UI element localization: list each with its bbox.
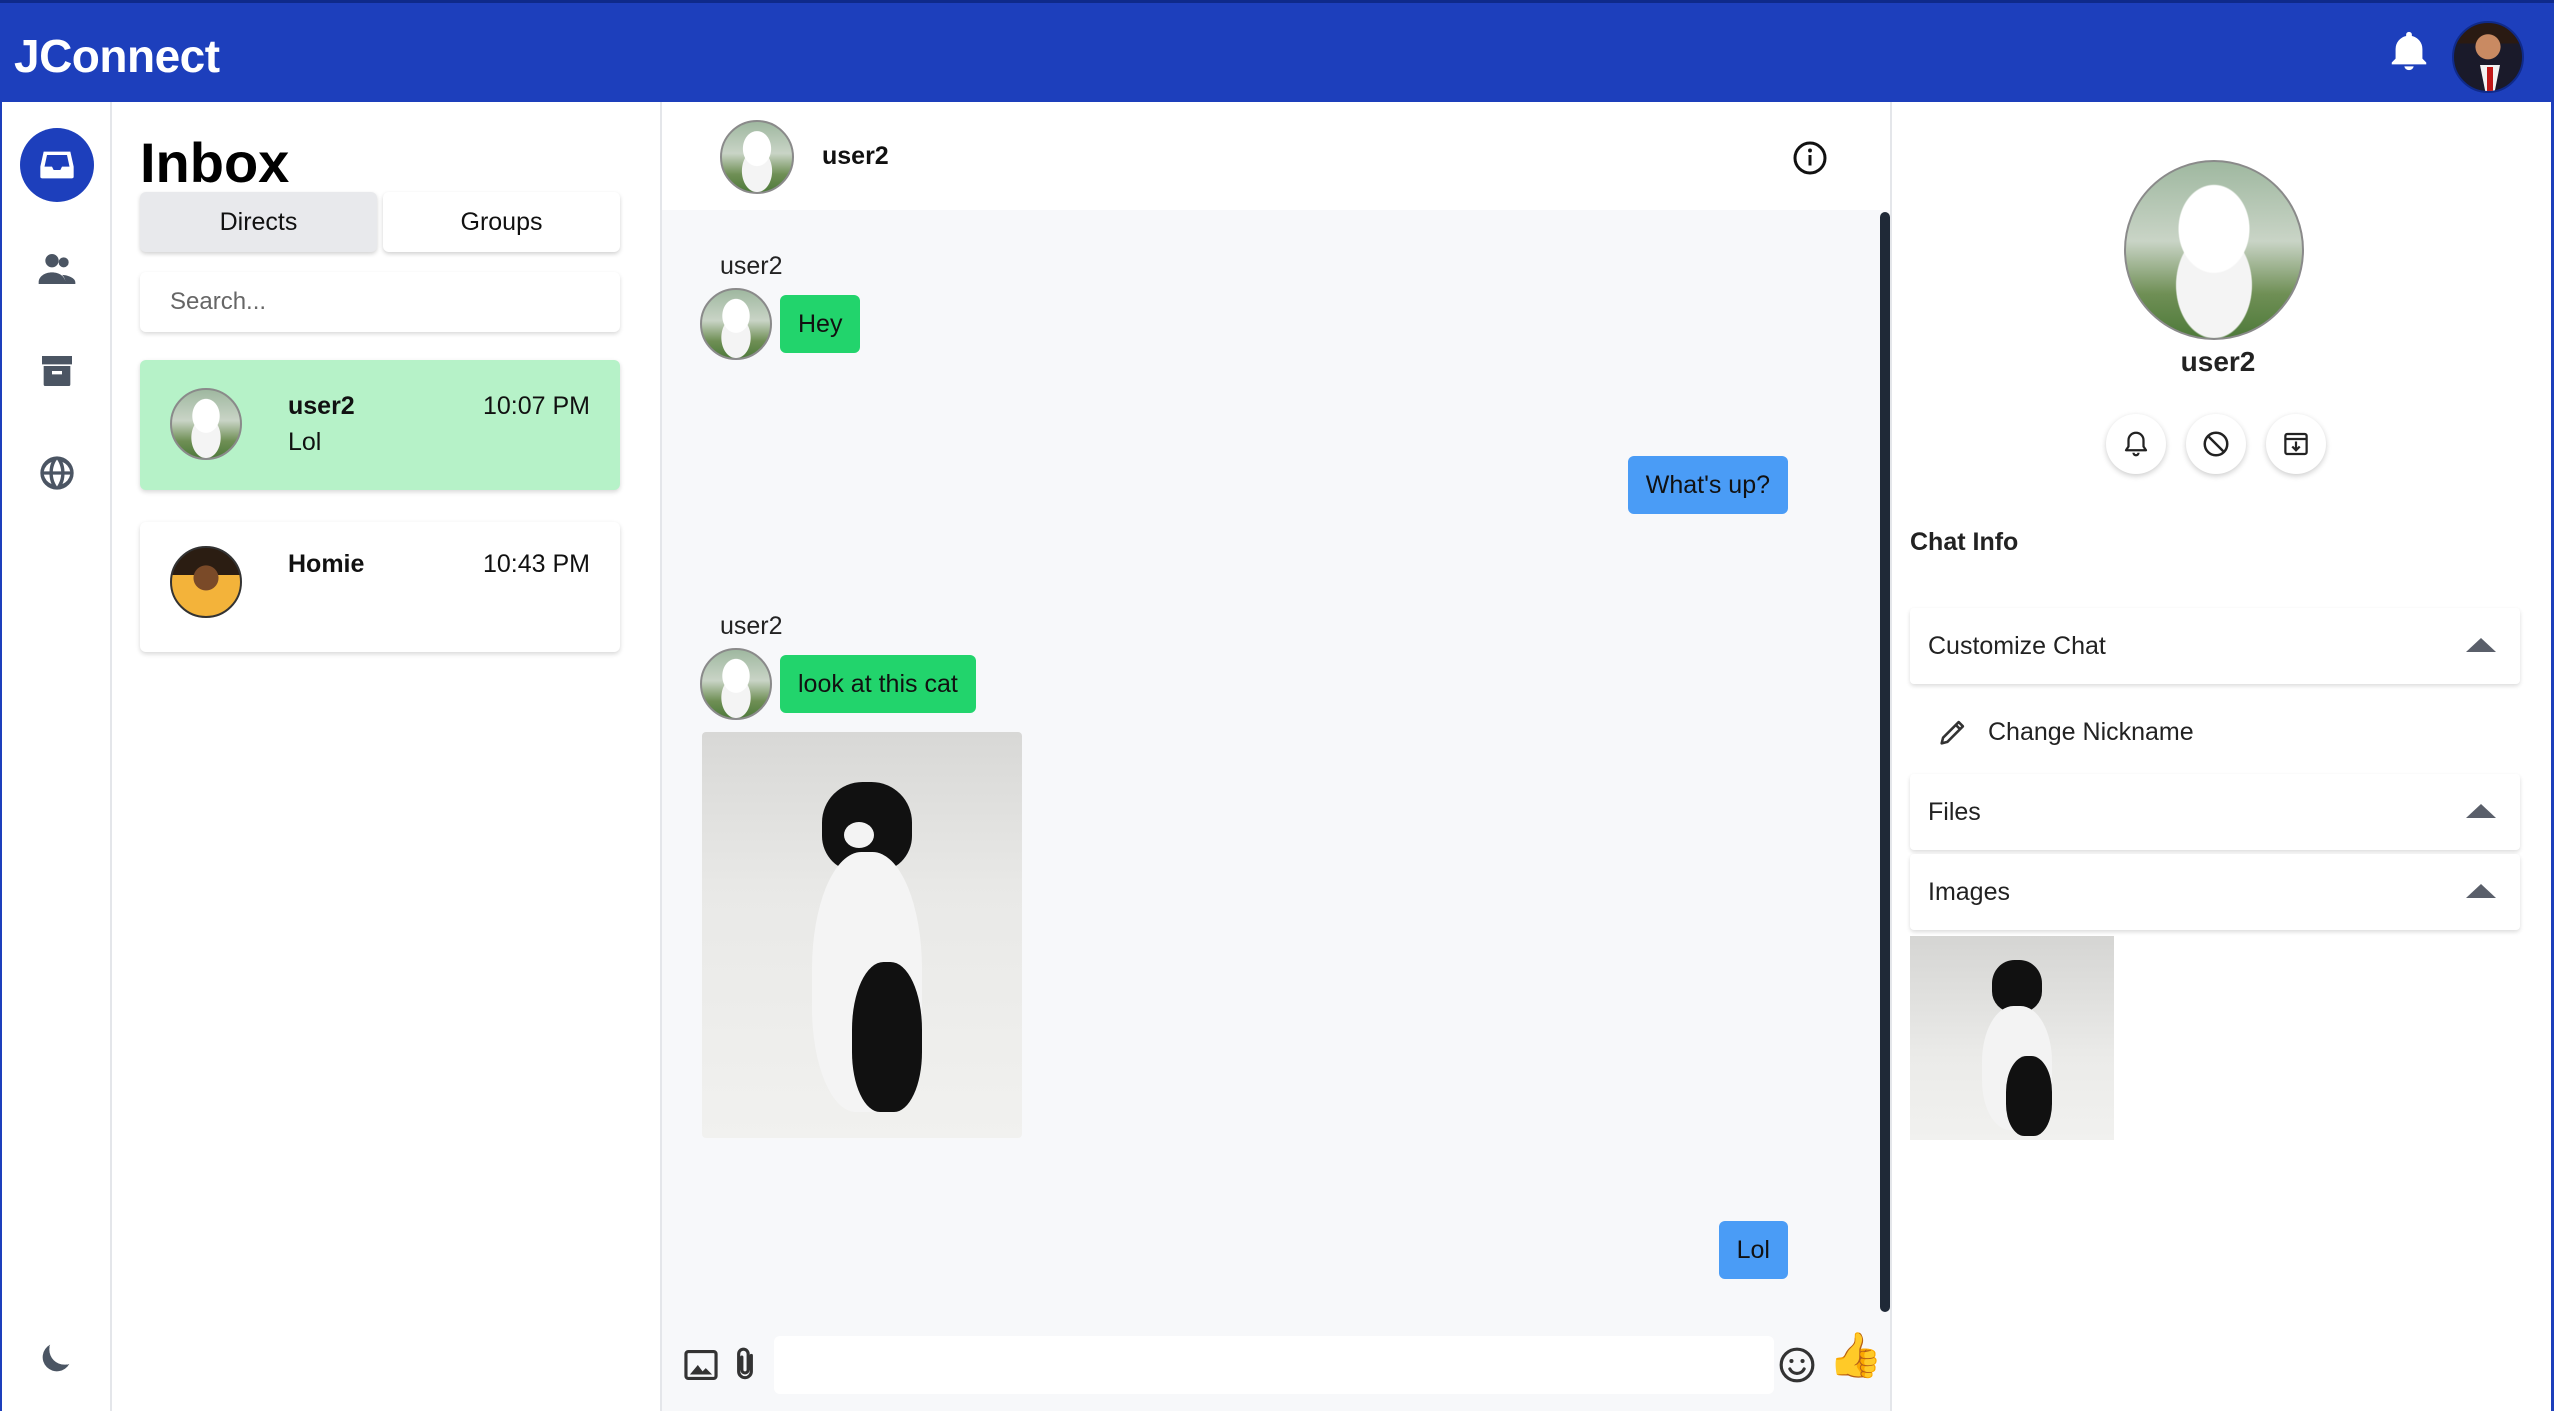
notifications-bell-icon[interactable] — [2386, 25, 2432, 77]
chat-info-panel: user2 Chat Info Customize Chat Change Ni… — [1890, 102, 2554, 1411]
caret-up-icon — [2466, 804, 2496, 818]
accordion-label: Images — [1928, 878, 2010, 906]
profile-avatar — [2124, 160, 2304, 340]
globe-icon[interactable] — [20, 436, 94, 510]
accordion-images[interactable]: Images — [1910, 854, 2520, 930]
message-bubble: Hey — [780, 295, 861, 353]
inbox-panel: Inbox Directs Groups user2 10:07 PM Lol … — [112, 102, 662, 1411]
conversation-item-homie[interactable]: Homie 10:43 PM — [140, 522, 620, 652]
message-sender: user2 — [720, 612, 783, 640]
tab-groups[interactable]: Groups — [383, 192, 620, 252]
inbox-icon[interactable] — [20, 128, 94, 202]
top-bar: JConnect — [0, 0, 2554, 102]
mute-notifications-button[interactable] — [2106, 414, 2166, 474]
chat-header-name: user2 — [822, 142, 889, 170]
accordion-label: Customize Chat — [1928, 632, 2106, 660]
message-input[interactable] — [774, 1336, 1774, 1394]
message-composer: 👍 — [662, 1320, 1890, 1411]
inbox-tabs: Directs Groups — [140, 192, 620, 254]
caret-up-icon — [2466, 638, 2496, 652]
inbox-title: Inbox — [140, 131, 290, 194]
left-rail — [0, 102, 112, 1411]
change-nickname-button[interactable]: Change Nickname — [1936, 712, 2194, 752]
conversation-name: user2 — [288, 392, 355, 420]
people-icon[interactable] — [20, 232, 94, 306]
conversation-time: 10:43 PM — [482, 550, 590, 578]
paperclip-icon[interactable] — [726, 1346, 764, 1384]
accordion-customize-chat[interactable]: Customize Chat — [1910, 608, 2520, 684]
accordion-label: Files — [1928, 798, 1981, 826]
archive-download-icon — [2284, 432, 2308, 456]
chat-header: user2 — [662, 102, 1890, 210]
avatar — [170, 546, 242, 618]
conversation-time: 10:07 PM — [482, 392, 590, 420]
profile-name: user2 — [2180, 346, 2256, 377]
block-button[interactable] — [2186, 414, 2246, 474]
archive-icon[interactable] — [20, 334, 94, 408]
avatar[interactable] — [720, 120, 794, 194]
app-brand[interactable]: JConnect — [14, 29, 220, 83]
caret-up-icon — [2466, 884, 2496, 898]
chat-info-title: Chat Info — [1910, 528, 2019, 556]
bell-icon — [2124, 431, 2148, 457]
tab-directs[interactable]: Directs — [140, 192, 377, 252]
image-upload-icon[interactable] — [682, 1346, 720, 1384]
search-input[interactable] — [140, 272, 620, 332]
block-icon — [2203, 431, 2229, 457]
message-image[interactable] — [702, 732, 1022, 1138]
user-avatar[interactable] — [2452, 21, 2524, 93]
archive-chat-button[interactable] — [2266, 414, 2326, 474]
info-icon[interactable] — [1792, 140, 1828, 176]
message-bubble: Lol — [1718, 1221, 1788, 1279]
conversation-preview: Lol — [288, 428, 322, 456]
conversation-item-user2[interactable]: user2 10:07 PM Lol — [140, 360, 620, 490]
accordion-files[interactable]: Files — [1910, 774, 2520, 850]
message-bubble: What's up? — [1627, 456, 1788, 514]
avatar — [700, 288, 772, 360]
pencil-icon — [1940, 720, 1965, 745]
shared-image-thumbnail[interactable] — [1910, 936, 2114, 1140]
thumbs-up-icon[interactable]: 👍 — [1828, 1334, 1883, 1378]
change-nickname-label: Change Nickname — [1988, 717, 2194, 746]
moon-icon[interactable] — [36, 1338, 76, 1378]
conversation-name: Homie — [288, 550, 365, 578]
chat-area: user2 user2 Hey What's up? user2 look at… — [662, 102, 1890, 1411]
emoji-icon[interactable] — [1778, 1346, 1816, 1384]
avatar — [170, 388, 242, 460]
message-bubble: look at this cat — [780, 655, 976, 713]
chat-scrollbar[interactable] — [1880, 212, 1890, 1312]
avatar — [700, 648, 772, 720]
message-sender: user2 — [720, 252, 783, 280]
